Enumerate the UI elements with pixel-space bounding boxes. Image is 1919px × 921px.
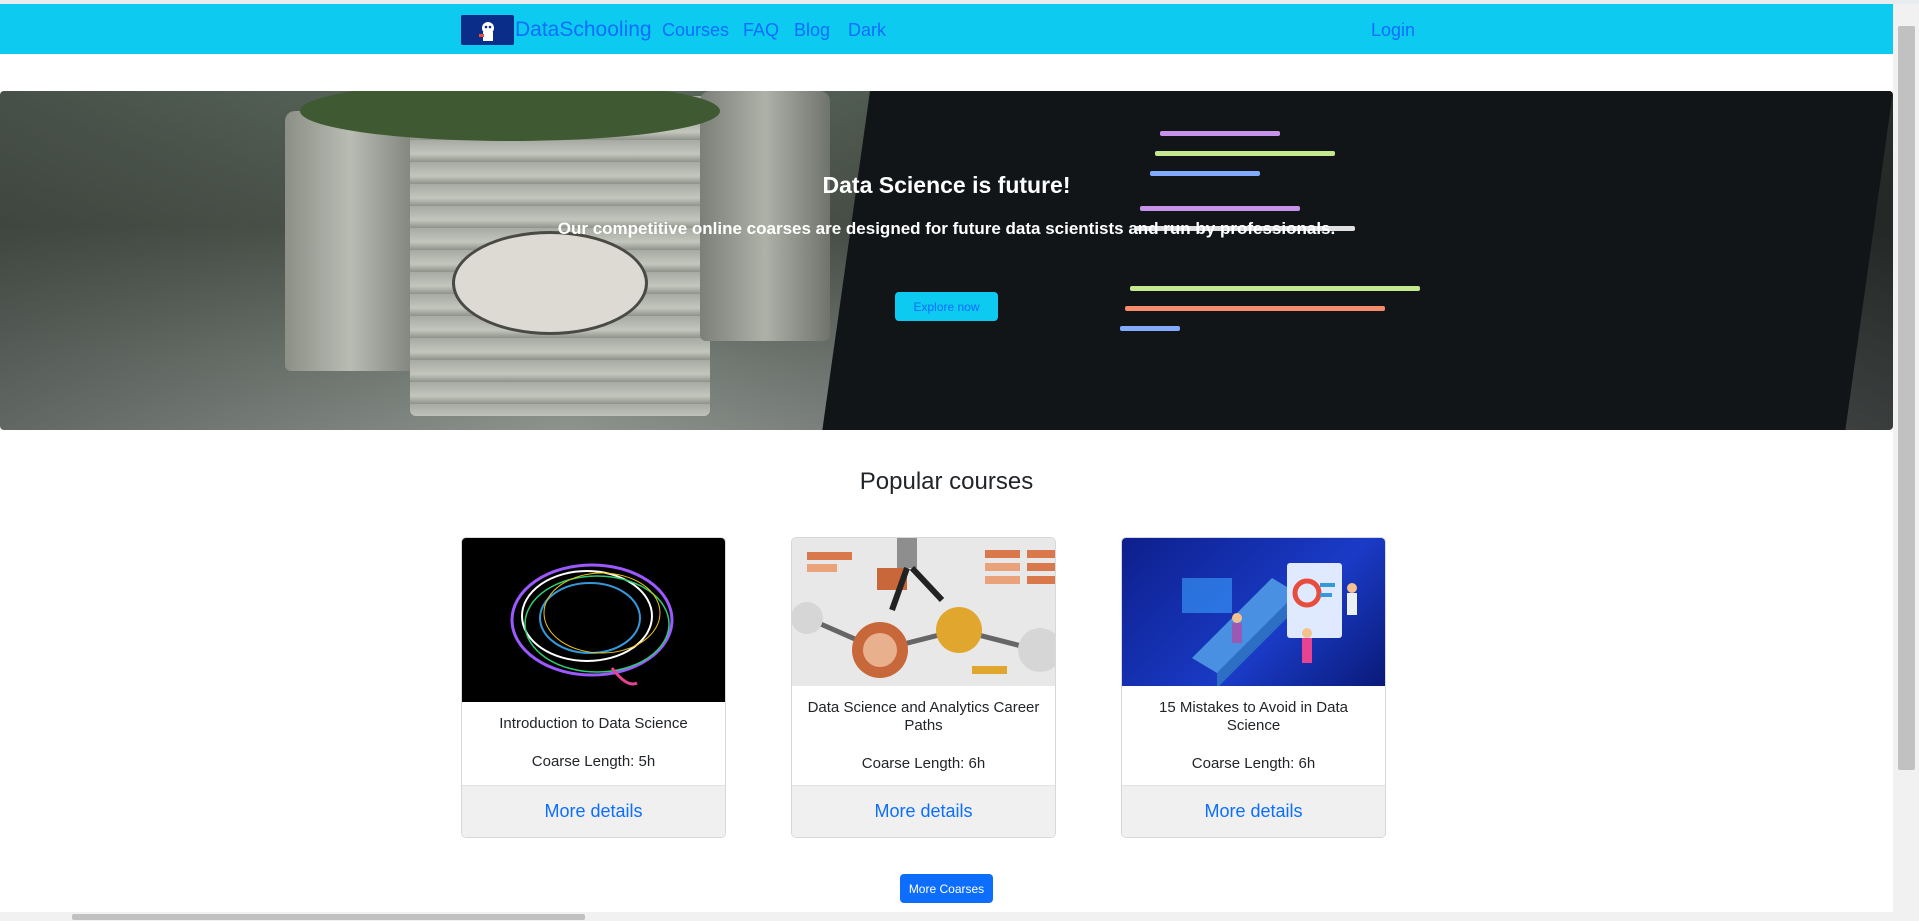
horizontal-scrollbar-thumb[interactable] <box>72 914 585 920</box>
card-footer: More details <box>462 785 725 837</box>
course-card: 15 Mistakes to Avoid in Data Science Coa… <box>1121 537 1386 838</box>
more-courses-button[interactable]: More Coarses <box>900 874 993 903</box>
hero-subtitle: Our competitive online coarses are desig… <box>557 219 1336 238</box>
career-path-illustration <box>792 538 1055 686</box>
card-footer: More details <box>1122 785 1385 837</box>
more-details-link[interactable]: More details <box>792 801 1055 821</box>
course-title: Data Science and Analytics Career Paths <box>807 699 1040 734</box>
brain-network-image <box>462 538 725 702</box>
popular-courses-heading: Popular courses <box>859 468 1034 495</box>
nav-link-faq[interactable]: FAQ <box>743 19 779 41</box>
brand-logo[interactable] <box>461 15 514 45</box>
course-card: Introduction to Data Science Coarse Leng… <box>461 537 726 838</box>
hero-banner: Data Science is future! Our competitive … <box>0 91 1893 430</box>
brand-name[interactable]: DataSchooling <box>515 18 652 42</box>
card-footer: More details <box>792 785 1055 837</box>
nav-link-dark[interactable]: Dark <box>848 19 886 41</box>
course-length: Coarse Length: 5h <box>531 753 656 770</box>
course-title: 15 Mistakes to Avoid in Data Science <box>1159 699 1348 734</box>
nav-link-courses[interactable]: Courses <box>662 19 729 41</box>
explore-now-button[interactable]: Explore now <box>895 292 998 321</box>
navbar: DataSchooling Courses FAQ Blog Dark Logi… <box>0 4 1893 54</box>
hero-title: Data Science is future! <box>822 172 1071 198</box>
analytics-illustration <box>1122 538 1385 688</box>
course-title: Introduction to Data Science <box>499 715 688 732</box>
course-length: Coarse Length: 6h <box>1191 755 1316 772</box>
nav-link-blog[interactable]: Blog <box>794 19 830 41</box>
course-card: Data Science and Analytics Career Paths … <box>791 537 1056 838</box>
more-details-link[interactable]: More details <box>462 801 725 821</box>
more-details-link[interactable]: More details <box>1122 801 1385 821</box>
nav-link-login[interactable]: Login <box>1371 19 1415 41</box>
course-length: Coarse Length: 6h <box>861 755 986 772</box>
vertical-scrollbar-thumb[interactable] <box>1898 26 1915 770</box>
